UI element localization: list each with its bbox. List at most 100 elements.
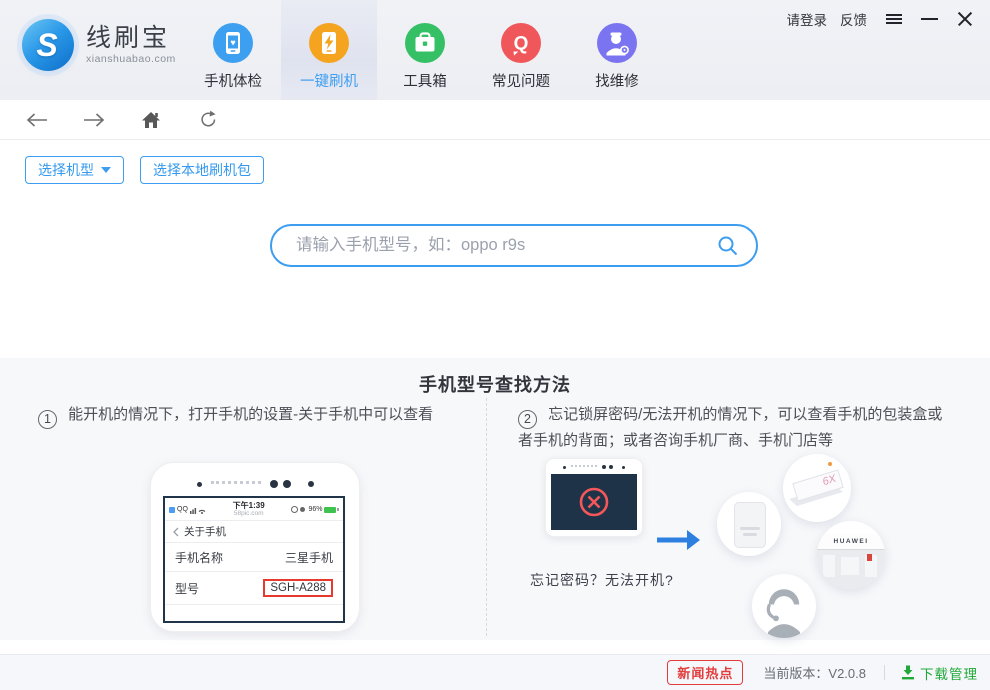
model-highlight-box: SGH-A288 [263, 579, 333, 597]
row-label: 型号 [175, 581, 200, 596]
guide-step-1-text: 能开机的情况下，打开手机的设置-关于手机中可以查看 [68, 406, 434, 423]
minimize-button[interactable] [921, 8, 938, 30]
forward-icon [84, 112, 105, 127]
menu-button[interactable] [886, 8, 902, 30]
home-icon [142, 111, 160, 128]
menu-icon [886, 12, 902, 26]
box-label: 6X [821, 472, 838, 489]
faq-icon: Q [501, 23, 541, 63]
guide-step-2-text: 忘记锁屏密码/无法开机的情况下，可以查看手机的包装盒或者手机的背面；或者咨询手机… [518, 406, 943, 449]
guide-step-1: 1 能开机的情况下，打开手机的设置-关于手机中可以查看 [38, 403, 478, 429]
dropdown-arrow-icon [101, 167, 111, 173]
locked-caption: 忘记密码？无法开机? [530, 572, 674, 588]
refresh-button[interactable] [196, 108, 220, 132]
select-local-package-label: 选择本地刷机包 [153, 162, 251, 178]
phone-back-icon [734, 502, 766, 548]
circled-number-2: 2 [518, 409, 537, 429]
error-screen [551, 474, 637, 530]
minimize-icon [921, 17, 938, 21]
close-button[interactable] [957, 8, 973, 30]
browser-toolbar [0, 100, 990, 140]
nav-label: 找维修 [595, 74, 639, 90]
storefront [817, 550, 885, 589]
find-repair-icon [597, 23, 637, 63]
select-model-label: 选择机型 [38, 162, 94, 178]
feedback-button[interactable]: 反馈 [840, 9, 867, 29]
location-icon [291, 506, 299, 513]
nav-item-phone-checkup[interactable]: ♥ 手机体检 [185, 0, 281, 100]
back-chevron-icon [173, 527, 179, 536]
select-local-package-button[interactable]: 选择本地刷机包 [140, 156, 264, 184]
nav-item-faq[interactable]: Q 常见问题 [473, 0, 569, 100]
row-label: 手机名称 [175, 550, 224, 565]
nav-item-toolbox[interactable]: 工具箱 [377, 0, 473, 100]
back-button[interactable] [25, 108, 49, 132]
box-accent-dot [828, 462, 832, 466]
back-icon [26, 112, 47, 127]
package-box-circle: 6X [783, 454, 851, 522]
logo-letter: S [36, 27, 58, 63]
phone-speaker-row [151, 480, 359, 488]
guide-title: 手机型号查找方法 [419, 375, 571, 395]
settings-phone-illustration: QQ 下午1:39 58pic.com 96% 关于手机 手机名称 三星手机 型… [150, 462, 360, 632]
nav-item-find-repair[interactable]: 找维修 [569, 0, 665, 100]
model-row: 型号 SGH-A288 [165, 571, 343, 604]
carrier-label: QQ [177, 506, 188, 513]
customer-service-agent-icon [766, 588, 800, 638]
phone-checkup-icon: ♥ [213, 23, 253, 63]
model-guide-section: 手机型号查找方法 1 能开机的情况下，打开手机的设置-关于手机中可以查看 2 忘… [0, 358, 990, 640]
store-red-sign [867, 554, 872, 561]
arrow-right-icon [657, 530, 700, 550]
empty-row [165, 604, 343, 621]
svg-text:Q: Q [514, 34, 529, 55]
version-label: 当前版本：V2.0.8 [763, 666, 866, 681]
store-circle: HUAWEI [817, 521, 885, 589]
app-header: S 线刷宝 xianshuabao.com ♥ 手机体检 一键刷机 工具箱 Q … [0, 0, 990, 100]
download-icon [902, 665, 914, 680]
home-button[interactable] [139, 108, 163, 132]
refresh-icon [200, 110, 216, 127]
store-sign: HUAWEI [817, 534, 885, 550]
nav-label: 常见问题 [492, 74, 550, 90]
battery-icon [324, 506, 337, 513]
qq-app-icon [169, 506, 175, 513]
search-icon[interactable] [717, 235, 738, 256]
about-phone-label: 关于手机 [184, 526, 226, 538]
login-button[interactable]: 请登录 [787, 9, 828, 29]
news-hotspot-button[interactable]: 新闻热点 [667, 660, 744, 685]
signal-wifi-icon [189, 507, 206, 514]
app-title: 线刷宝 [86, 23, 171, 52]
row-value: 三星手机 [284, 550, 333, 565]
locked-phone [545, 458, 643, 537]
about-phone-header: 关于手机 [165, 520, 343, 542]
customer-service-circle [752, 574, 816, 638]
nav-item-one-key-flash[interactable]: 一键刷机 [281, 0, 377, 100]
close-icon [957, 11, 973, 27]
one-key-flash-icon [309, 23, 349, 63]
phone-back-circle [717, 492, 781, 556]
watermark-label: 58pic.com [233, 509, 264, 517]
bluetooth-icon [300, 507, 306, 512]
toolbox-icon [405, 23, 445, 63]
main-nav: ♥ 手机体检 一键刷机 工具箱 Q 常见问题 找维修 [185, 0, 665, 100]
window-controls: 请登录 反馈 [787, 8, 974, 30]
nav-label: 手机体检 [204, 74, 262, 90]
status-footer: 新闻热点 当前版本：V2.0.8 下载管理 [0, 654, 990, 690]
footer-divider [884, 665, 885, 680]
error-x-icon [579, 487, 609, 517]
search-input[interactable] [294, 235, 717, 256]
status-bar: QQ 下午1:39 58pic.com 96% [165, 498, 343, 520]
guide-step-2: 2 忘记锁屏密码/无法开机的情况下，可以查看手机的包装盒或者手机的背面；或者咨询… [518, 403, 956, 453]
phone-name-row: 手机名称 三星手机 [165, 542, 343, 571]
nav-label: 工具箱 [403, 74, 447, 90]
svg-text:♥: ♥ [230, 38, 235, 48]
download-label: 下载管理 [920, 666, 978, 682]
select-model-button[interactable]: 选择机型 [25, 156, 124, 184]
app-logo: S 线刷宝 xianshuabao.com [22, 19, 176, 71]
nav-label: 一键刷机 [300, 74, 358, 90]
download-manager-button[interactable]: 下载管理 [901, 663, 978, 683]
forward-button[interactable] [82, 108, 106, 132]
phone-screen: QQ 下午1:39 58pic.com 96% 关于手机 手机名称 三星手机 型… [163, 496, 345, 623]
time-label: 下午1:39 [232, 500, 265, 510]
locked-phone-illustration: 忘记密码？无法开机? 6X HUAWEI [487, 450, 990, 640]
